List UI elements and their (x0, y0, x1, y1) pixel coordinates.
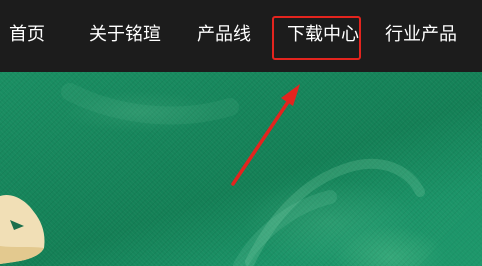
top-navbar: 首页 关于铭瑄 产品线 下载中心 行业产品 (0, 0, 482, 72)
banner-decorative-curves (61, 83, 482, 266)
hero-banner (0, 72, 482, 266)
nav-item-about[interactable]: 关于铭瑄 (89, 22, 161, 48)
nav-item-product-lines[interactable]: 产品线 (197, 22, 251, 48)
nav-item-industry-products[interactable]: 行业产品 (385, 22, 457, 48)
nav-item-home[interactable]: 首页 (9, 22, 45, 48)
banner-decor-shape (0, 194, 45, 264)
page: 首页 关于铭瑄 产品线 下载中心 行业产品 (0, 0, 482, 266)
highlight-box-annotation (272, 16, 361, 60)
